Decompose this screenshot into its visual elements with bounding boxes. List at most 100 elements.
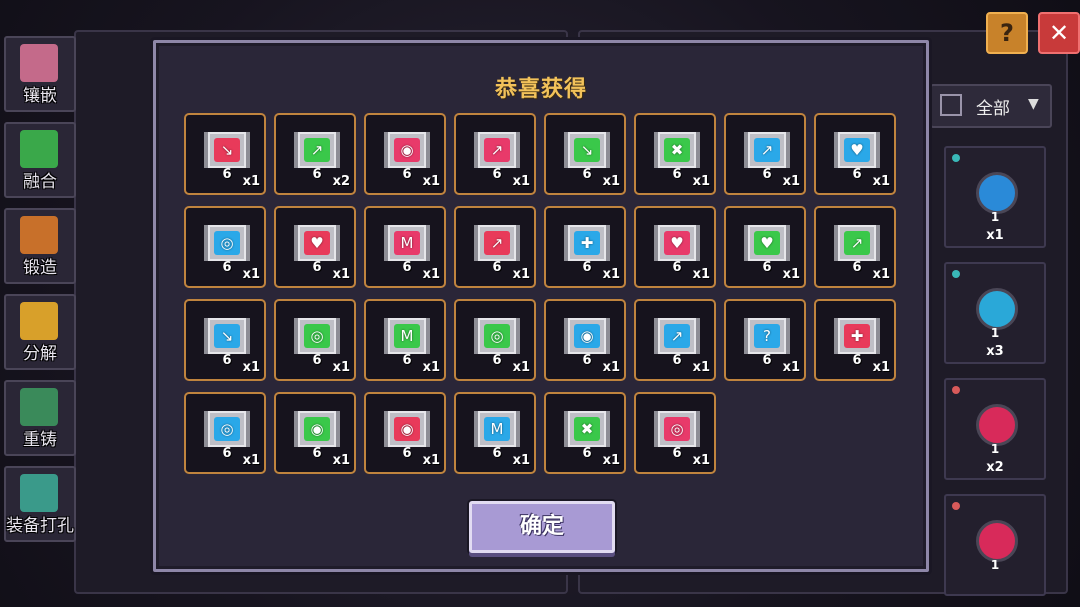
rune-frame: ✖ bbox=[654, 132, 700, 168]
rune-frame: ♥ bbox=[654, 225, 700, 261]
reward-item[interactable]: ♥ 6 x1 bbox=[634, 206, 716, 288]
rune-frame: ◉ bbox=[294, 411, 340, 447]
gem-icon bbox=[976, 404, 1018, 446]
gem-card[interactable]: 1 x2 bbox=[944, 378, 1046, 480]
rune-frame: ◎ bbox=[204, 225, 250, 261]
rune-frame: ↘ bbox=[204, 318, 250, 354]
gem-level: 1 bbox=[990, 326, 1000, 340]
rune-icon: ◎ bbox=[664, 417, 690, 441]
reward-item[interactable]: ◎ 6 x1 bbox=[634, 392, 716, 474]
item-quantity: x1 bbox=[422, 453, 440, 468]
rune-icon: ✚ bbox=[844, 324, 870, 348]
rune-frame: ◎ bbox=[474, 318, 520, 354]
gem-card[interactable]: 1 x3 bbox=[944, 262, 1046, 364]
item-quantity: x1 bbox=[512, 360, 530, 375]
reward-item[interactable]: ♥ 6 x1 bbox=[814, 113, 896, 195]
left-menu-label: 锻造 bbox=[23, 258, 57, 278]
gem-card[interactable]: 1 bbox=[944, 494, 1046, 596]
reward-item[interactable]: ◉ 6 x1 bbox=[274, 392, 356, 474]
rune-icon: ✖ bbox=[574, 417, 600, 441]
left-menu-item[interactable]: 融合 bbox=[4, 122, 76, 198]
left-menu-label: 分解 bbox=[23, 344, 57, 364]
rune-frame: ↗ bbox=[474, 132, 520, 168]
reward-item[interactable]: ? 6 x1 bbox=[724, 299, 806, 381]
item-quantity: x1 bbox=[602, 360, 620, 375]
rune-icon: ◎ bbox=[304, 324, 330, 348]
reward-item[interactable]: ↗ 6 x1 bbox=[814, 206, 896, 288]
reward-item[interactable]: ↘ 6 x1 bbox=[184, 299, 266, 381]
gem-level: 1 bbox=[990, 558, 1000, 572]
reward-item[interactable]: ↗ 6 x2 bbox=[274, 113, 356, 195]
left-menu-item[interactable]: 锻造 bbox=[4, 208, 76, 284]
reward-item[interactable]: ◉ 6 x1 bbox=[544, 299, 626, 381]
rune-frame: ↗ bbox=[654, 318, 700, 354]
reward-item[interactable]: ↗ 6 x1 bbox=[724, 113, 806, 195]
confirm-button[interactable]: 确定 bbox=[469, 501, 615, 553]
filter-icon bbox=[940, 94, 962, 116]
reward-item[interactable]: ✖ 6 x1 bbox=[544, 392, 626, 474]
rune-icon: ↘ bbox=[574, 138, 600, 162]
reward-item[interactable]: ◎ 6 x1 bbox=[184, 206, 266, 288]
left-menu-item[interactable]: 重铸 bbox=[4, 380, 76, 456]
reward-item[interactable]: ♥ 6 x1 bbox=[274, 206, 356, 288]
reward-item[interactable]: ◎ 6 x1 bbox=[274, 299, 356, 381]
reward-item[interactable]: ↗ 6 x1 bbox=[454, 113, 536, 195]
reward-item[interactable]: M 6 x1 bbox=[364, 206, 446, 288]
reward-item[interactable]: ♥ 6 x1 bbox=[724, 206, 806, 288]
item-quantity: x1 bbox=[512, 174, 530, 189]
rune-icon: ◎ bbox=[214, 231, 240, 255]
reward-item[interactable]: ↗ 6 x1 bbox=[454, 206, 536, 288]
item-quantity: x1 bbox=[782, 174, 800, 189]
rune-icon: ◉ bbox=[394, 138, 420, 162]
reward-item[interactable]: ✚ 6 x1 bbox=[814, 299, 896, 381]
rune-icon: ↘ bbox=[214, 138, 240, 162]
rune-frame: ◉ bbox=[384, 132, 430, 168]
item-quantity: x1 bbox=[782, 267, 800, 282]
rune-icon: ↘ bbox=[214, 324, 240, 348]
help-button[interactable]: ? bbox=[986, 12, 1028, 54]
gem-count: x2 bbox=[986, 460, 1004, 475]
item-quantity: x1 bbox=[332, 267, 350, 282]
left-menu-item[interactable]: 装备打孔 bbox=[4, 466, 76, 542]
rune-frame: ? bbox=[744, 318, 790, 354]
reward-item[interactable]: ◉ 6 x1 bbox=[364, 113, 446, 195]
reward-item[interactable]: ↘ 6 x1 bbox=[184, 113, 266, 195]
rune-icon: M bbox=[394, 231, 420, 255]
close-button[interactable]: ✕ bbox=[1038, 12, 1080, 54]
reward-item[interactable]: ↘ 6 x1 bbox=[544, 113, 626, 195]
rune-icon: ↗ bbox=[484, 231, 510, 255]
rune-icon: ♥ bbox=[664, 231, 690, 255]
reward-item[interactable]: M 6 x1 bbox=[364, 299, 446, 381]
filter-dropdown[interactable]: 全部 ▼ bbox=[930, 84, 1052, 128]
reward-item[interactable]: M 6 x1 bbox=[454, 392, 536, 474]
gem-icon bbox=[976, 520, 1018, 562]
left-menu-item[interactable]: 镶嵌 bbox=[4, 36, 76, 112]
rune-frame: ✚ bbox=[564, 225, 610, 261]
rune-frame: ↗ bbox=[474, 225, 520, 261]
reward-item[interactable]: ◎ 6 x1 bbox=[184, 392, 266, 474]
reward-item[interactable]: ◎ 6 x1 bbox=[454, 299, 536, 381]
gem-type-dot bbox=[952, 502, 960, 510]
bottles-icon bbox=[20, 388, 58, 426]
rune-frame: ♥ bbox=[294, 225, 340, 261]
gem-count: x3 bbox=[986, 344, 1004, 359]
reward-item[interactable]: ✚ 6 x1 bbox=[544, 206, 626, 288]
reward-item[interactable]: ◉ 6 x1 bbox=[364, 392, 446, 474]
rune-frame: M bbox=[384, 318, 430, 354]
rune-frame: ◉ bbox=[384, 411, 430, 447]
reward-item[interactable]: ✖ 6 x1 bbox=[634, 113, 716, 195]
left-menu-item[interactable]: 分解 bbox=[4, 294, 76, 370]
gem-level: 1 bbox=[990, 442, 1000, 456]
rune-frame: ◎ bbox=[294, 318, 340, 354]
rune-frame: ♥ bbox=[744, 225, 790, 261]
rune-icon: ✚ bbox=[574, 231, 600, 255]
item-quantity: x1 bbox=[872, 174, 890, 189]
reward-item[interactable]: ↗ 6 x1 bbox=[634, 299, 716, 381]
gem-type-dot bbox=[952, 270, 960, 278]
gem-type-dot bbox=[952, 154, 960, 162]
filter-label: 全部 bbox=[976, 99, 1010, 119]
anvil-icon bbox=[20, 474, 58, 512]
rune-icon: ✖ bbox=[664, 138, 690, 162]
rune-icon: ↗ bbox=[844, 231, 870, 255]
gem-card[interactable]: 1 x1 bbox=[944, 146, 1046, 248]
